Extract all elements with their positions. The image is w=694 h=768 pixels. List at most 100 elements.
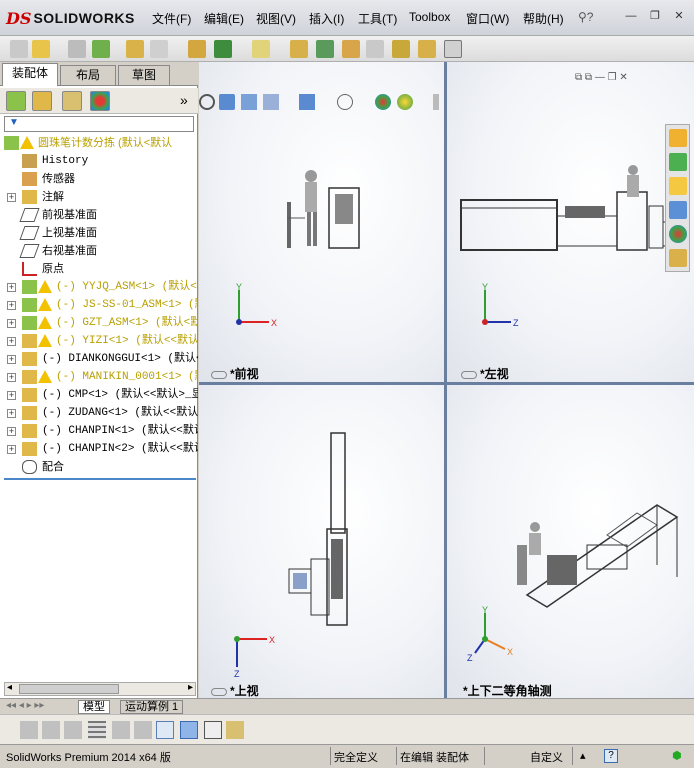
assembly-features-icon[interactable] xyxy=(290,40,308,58)
menu-edit[interactable]: 编辑(E) xyxy=(204,10,244,27)
edit-icon[interactable] xyxy=(64,721,82,739)
previous-view-icon[interactable] xyxy=(241,94,257,110)
expand-toggle-icon[interactable]: + xyxy=(7,355,16,364)
menu-toolbox[interactable]: Toolbox xyxy=(409,10,450,24)
expand-toggle-icon[interactable]: + xyxy=(7,373,16,382)
minimize-button[interactable]: — xyxy=(622,8,640,24)
link-views-icon[interactable] xyxy=(226,721,244,739)
menu-window[interactable]: 窗口(W) xyxy=(466,10,509,27)
tree-item[interactable]: + (-) DIANKONGGUI<1> (默认< xyxy=(0,350,198,368)
mate-icon[interactable] xyxy=(126,40,144,58)
view-orientation-icon[interactable] xyxy=(299,94,315,110)
tab-motion-study[interactable]: 运动算例 1 xyxy=(120,700,184,714)
viewport-top[interactable]: X Z *上视 xyxy=(199,385,444,698)
expand-toggle-icon[interactable]: + xyxy=(7,283,16,292)
tree-item[interactable]: + 注解 xyxy=(0,188,198,206)
tab-layout[interactable]: 布局 xyxy=(60,65,116,85)
new-motion-study-icon[interactable] xyxy=(342,40,360,58)
linear-pattern-icon[interactable] xyxy=(214,40,232,58)
smart-fasteners-icon[interactable] xyxy=(188,40,206,58)
expand-toggle-icon[interactable]: + xyxy=(7,337,16,346)
tree-item[interactable]: 配合 xyxy=(0,458,198,476)
options-icon[interactable] xyxy=(444,40,462,58)
grid-icon[interactable] xyxy=(112,721,130,739)
scroll-thumb[interactable] xyxy=(19,684,119,694)
view-settings-icon[interactable] xyxy=(433,94,439,110)
tree-item[interactable]: + (-) YYJQ_ASM<1> (默认< xyxy=(0,278,198,296)
scroll-right-arrow-icon[interactable]: ▸ xyxy=(188,682,193,693)
section-view-icon[interactable] xyxy=(263,94,279,110)
menu-file[interactable]: 文件(F) xyxy=(152,10,191,27)
tree-item[interactable]: + (-) YIZI<1> (默认<<默认 xyxy=(0,332,198,350)
tab-assembly[interactable]: 装配体 xyxy=(2,63,58,86)
reference-geometry-icon[interactable] xyxy=(316,40,334,58)
viewport-link-icon[interactable]: ⧉ ⧉ — ❐ ✕ xyxy=(575,72,628,83)
exploded-view-icon[interactable] xyxy=(392,40,410,58)
solidworks-resources-icon[interactable] xyxy=(669,129,687,147)
expand-toggle-icon[interactable]: + xyxy=(7,193,16,202)
view-palette-icon[interactable] xyxy=(669,201,687,219)
expand-toggle-icon[interactable]: + xyxy=(7,409,16,418)
appearances-icon[interactable] xyxy=(669,225,687,243)
display-style-icon[interactable] xyxy=(337,94,353,110)
viewport-left[interactable]: Y Z *左视 xyxy=(447,62,694,382)
filter-box[interactable]: ▼ xyxy=(4,116,194,132)
design-library-icon[interactable] xyxy=(669,153,687,171)
notification-icon[interactable]: ⬢ xyxy=(672,749,682,762)
filter-icon[interactable]: ▼ xyxy=(9,117,19,128)
instant3d-icon[interactable] xyxy=(418,40,436,58)
edit-appearance-icon[interactable] xyxy=(375,94,391,110)
tree-item[interactable]: 传感器 xyxy=(0,170,198,188)
single-view-icon[interactable] xyxy=(156,721,174,739)
expand-toggle-icon[interactable]: + xyxy=(7,301,16,310)
horizontal-scrollbar[interactable]: ◂ ▸ xyxy=(4,682,196,696)
tab-scroll-arrows-icon[interactable]: ◂◂ ◂ ▸ ▸▸ xyxy=(6,700,44,711)
tree-item[interactable]: + (-) JS-SS-01_ASM<1> (默 xyxy=(0,296,198,314)
graphics-area[interactable]: Y X *前视 Y Z *左视 X Z *上视 Y X Z *上下二等角轴测 ⧉… xyxy=(199,62,694,698)
apply-scene-icon[interactable] xyxy=(397,94,413,110)
file-explorer-icon[interactable] xyxy=(669,177,687,195)
tree-item[interactable]: + (-) CMP<1> (默认<<默认>_显 xyxy=(0,386,198,404)
four-view-icon[interactable] xyxy=(204,721,222,739)
paperclip-icon[interactable] xyxy=(68,40,86,58)
expand-toggle-icon[interactable]: + xyxy=(7,391,16,400)
restore-button[interactable]: ❐ xyxy=(646,8,664,24)
component-icon[interactable] xyxy=(20,721,38,739)
tree-item[interactable]: + (-) CHANPIN<1> (默认<<默认 xyxy=(0,422,198,440)
tab-sketch[interactable]: 草图 xyxy=(118,65,170,85)
expand-toggle-icon[interactable]: + xyxy=(7,427,16,436)
menu-tools[interactable]: 工具(T) xyxy=(358,10,397,27)
expand-toggle-icon[interactable]: + xyxy=(7,319,16,328)
tree-item[interactable]: + (-) MANIKIN_0001<1> (默 xyxy=(0,368,198,386)
open-folder-icon[interactable] xyxy=(32,40,50,58)
list-icon[interactable] xyxy=(88,721,106,739)
menu-insert[interactable]: 插入(I) xyxy=(309,10,344,27)
tree-item[interactable]: 右视基准面 xyxy=(0,242,198,260)
viewport-isometric[interactable]: Y X Z *上下二等角轴测 xyxy=(447,385,694,698)
zoom-to-area-icon[interactable] xyxy=(219,94,235,110)
configuration-manager-icon[interactable] xyxy=(62,91,82,111)
tab-model[interactable]: 模型 xyxy=(78,700,110,714)
expand-toggle-icon[interactable]: + xyxy=(7,445,16,454)
search-icon[interactable]: ⚲? xyxy=(578,10,593,24)
move-component-icon[interactable] xyxy=(150,40,168,58)
insert-components-icon[interactable] xyxy=(92,40,110,58)
feature-tree-icon[interactable] xyxy=(6,91,26,111)
status-units[interactable]: 自定义 xyxy=(530,749,563,765)
two-view-icon[interactable] xyxy=(180,721,198,739)
copy-icon[interactable] xyxy=(42,721,60,739)
close-button[interactable]: ✕ xyxy=(670,8,688,24)
help-icon[interactable]: ? xyxy=(604,749,618,763)
menu-view[interactable]: 视图(V) xyxy=(256,10,296,27)
tree-item[interactable]: History xyxy=(0,152,198,170)
tree-item[interactable]: 上视基准面 xyxy=(0,224,198,242)
show-hidden-icon[interactable] xyxy=(252,40,270,58)
display-manager-icon[interactable] xyxy=(90,91,110,111)
tree-item[interactable]: + (-) GZT_ASM<1> (默认<默认 xyxy=(0,314,198,332)
tree-item[interactable]: 圆珠笔计数分拣 (默认<默认 xyxy=(0,134,198,152)
tree-item[interactable]: + (-) ZUDANG<1> (默认<<默认 xyxy=(0,404,198,422)
flow-icon[interactable] xyxy=(134,721,152,739)
bill-of-materials-icon[interactable] xyxy=(366,40,384,58)
tree-item[interactable]: + (-) CHANPIN<2> (默认<<默认 xyxy=(0,440,198,458)
zoom-to-fit-icon[interactable] xyxy=(199,94,215,110)
